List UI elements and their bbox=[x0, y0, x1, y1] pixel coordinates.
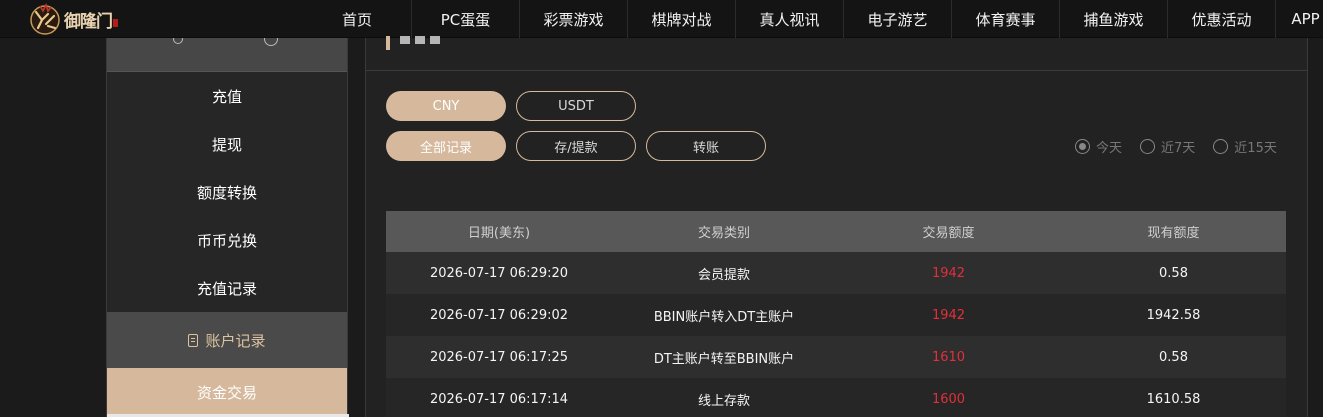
account-sidebar: 充值 提现 额度转换 币币兑换 充值记录 账户记录 资金交易 bbox=[106, 38, 349, 417]
sidebar-header-icon bbox=[173, 38, 183, 44]
currency-tab-cny[interactable]: CNY bbox=[386, 91, 506, 121]
table-body: 2026-07-17 06:29:20 会员提款 1942 0.58 2026-07-1… bbox=[386, 252, 1286, 417]
date-filter-15days[interactable]: 近15天 bbox=[1213, 137, 1277, 156]
type-tab-label: 存/提款 bbox=[554, 140, 598, 156]
nav-item-3[interactable]: 棋牌对战 bbox=[627, 0, 735, 38]
table-row: 2026-07-17 06:17:14 线上存款 1600 1610.58 bbox=[386, 378, 1286, 417]
date-filter-label: 今天 bbox=[1096, 141, 1123, 156]
cell-balance: 1610.58 bbox=[1146, 391, 1201, 407]
nav-item-1[interactable]: PC蛋蛋 bbox=[411, 0, 519, 38]
date-filter-today[interactable]: 今天 bbox=[1075, 137, 1122, 156]
cell-type: DT主账户转至BBIN账户 bbox=[653, 351, 795, 367]
sidebar-item-0[interactable]: 充值 bbox=[107, 72, 347, 120]
nav-item-5[interactable]: 电子游艺 bbox=[843, 0, 951, 38]
sidebar-item-2[interactable]: 额度转换 bbox=[107, 168, 347, 216]
table-row: 2026-07-17 06:29:02 BBIN账户转入DT主账户 1942 1942… bbox=[386, 294, 1286, 336]
nav-item-8[interactable]: 优惠活动 bbox=[1167, 0, 1275, 38]
type-tab-label: 全部记录 bbox=[419, 140, 472, 156]
table-row: 2026-07-17 06:29:20 会员提款 1942 0.58 bbox=[386, 252, 1286, 294]
cell-date: 2026-07-17 06:17:25 bbox=[429, 349, 569, 365]
sidebar-item-3[interactable]: 币币兑换 bbox=[107, 216, 347, 264]
nav-item-0[interactable]: 首页 bbox=[303, 0, 411, 38]
cell-date: 2026-07-17 06:29:02 bbox=[429, 307, 569, 323]
cell-amount: 1610 bbox=[931, 349, 966, 365]
cell-date: 2026-07-17 06:29:20 bbox=[429, 265, 569, 281]
type-tab-transfer[interactable]: 转账 bbox=[646, 131, 766, 161]
sidebar-item-1[interactable]: 提现 bbox=[107, 120, 347, 168]
table-row: 2026-07-17 06:17:25 DT主账户转至BBIN账户 1610 0.58 bbox=[386, 336, 1286, 378]
title-accent-bar bbox=[386, 36, 390, 50]
column-header-amount: 交易额度 bbox=[922, 226, 975, 241]
cell-date: 2026-07-17 06:17:14 bbox=[429, 391, 569, 407]
radio-unchecked-icon bbox=[1140, 139, 1156, 154]
cell-amount: 1942 bbox=[931, 265, 966, 281]
date-filter-group: 今天 近7天 近15天 bbox=[1057, 137, 1277, 156]
dragon-logo-icon bbox=[30, 2, 60, 35]
type-tab-deposit-withdraw[interactable]: 存/提款 bbox=[516, 131, 636, 161]
sidebar-item-fund-transactions[interactable]: 资金交易 bbox=[107, 368, 347, 416]
sidebar-menu: 充值 提现 额度转换 币币兑换 充值记录 bbox=[107, 72, 347, 312]
top-nav: 御隆门 首页 PC蛋蛋 彩票游戏 棋牌对战 真人视讯 电子游艺 体育赛事 捕鱼游戏 优惠活动 AP… bbox=[0, 0, 1323, 38]
nav-item-4[interactable]: 真人视讯 bbox=[735, 0, 843, 38]
document-icon bbox=[188, 333, 199, 347]
cell-balance: 1942.58 bbox=[1146, 307, 1201, 323]
main-nav: 首页 PC蛋蛋 彩票游戏 棋牌对战 真人视讯 电子游艺 体育赛事 捕鱼游戏 优惠活动 APP bbox=[303, 0, 1323, 38]
transactions-panel: CNY USDT 全部记录 存/提款 转账 今天 近7天 近15天 日期(美东)… bbox=[365, 36, 1308, 417]
nav-item-7[interactable]: 捕鱼游戏 bbox=[1059, 0, 1167, 38]
cell-type: 会员提款 bbox=[697, 267, 750, 283]
radio-unchecked-icon bbox=[1213, 139, 1229, 154]
type-tab-label: 转账 bbox=[692, 140, 719, 156]
date-filter-label: 近15天 bbox=[1234, 141, 1277, 156]
panel-title-cropped bbox=[400, 36, 464, 48]
sidebar-section-account-records[interactable]: 账户记录 bbox=[107, 312, 347, 368]
nav-item-6[interactable]: 体育赛事 bbox=[951, 0, 1059, 38]
date-filter-label: 近7天 bbox=[1161, 141, 1196, 156]
currency-tab-label: CNY bbox=[432, 98, 460, 114]
cell-amount: 1942 bbox=[931, 307, 966, 323]
currency-tab-label: USDT bbox=[558, 98, 594, 114]
column-header-date: 日期(美东) bbox=[467, 226, 531, 241]
site-logo[interactable]: 御隆门 bbox=[28, 2, 128, 36]
currency-tab-usdt[interactable]: USDT bbox=[516, 91, 636, 121]
table-header-row: 日期(美东) 交易类别 交易额度 现有额度 bbox=[386, 211, 1286, 252]
date-filter-7days[interactable]: 近7天 bbox=[1140, 137, 1195, 156]
panel-title-row bbox=[366, 36, 1307, 71]
logo-text: 御隆门 bbox=[64, 11, 113, 32]
info-circle-icon bbox=[264, 38, 278, 46]
sidebar-item-label: 资金交易 bbox=[196, 383, 257, 402]
sidebar-header bbox=[107, 38, 347, 72]
cell-balance: 0.58 bbox=[1159, 265, 1188, 281]
nav-item-9[interactable]: APP bbox=[1275, 0, 1323, 38]
cell-balance: 0.58 bbox=[1159, 349, 1188, 365]
logo-seal bbox=[113, 19, 118, 27]
sidebar-item-4[interactable]: 充值记录 bbox=[107, 264, 347, 312]
cell-amount: 1600 bbox=[931, 391, 966, 407]
cell-type: BBIN账户转入DT主账户 bbox=[653, 309, 795, 325]
sidebar-section-label: 账户记录 bbox=[205, 331, 266, 350]
cell-type: 线上存款 bbox=[697, 393, 750, 409]
nav-item-2[interactable]: 彩票游戏 bbox=[519, 0, 627, 38]
type-tab-all-records[interactable]: 全部记录 bbox=[386, 131, 506, 161]
column-header-type: 交易类别 bbox=[697, 226, 750, 241]
transactions-table: 日期(美东) 交易类别 交易额度 现有额度 2026-07-17 06:29:2… bbox=[386, 211, 1286, 417]
radio-checked-icon bbox=[1075, 139, 1090, 154]
column-header-balance: 现有额度 bbox=[1147, 226, 1200, 241]
